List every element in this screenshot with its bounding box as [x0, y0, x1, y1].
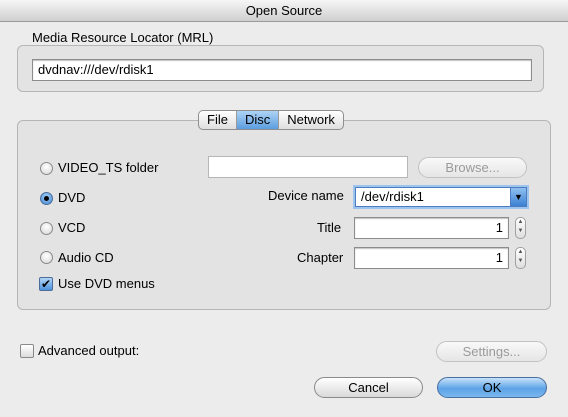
vcd-label: VCD	[58, 220, 86, 235]
mrl-group-label: Media Resource Locator (MRL)	[32, 30, 214, 45]
title-stepper[interactable]: ▲ ▼	[515, 217, 526, 239]
advanced-output-checkbox[interactable]	[20, 344, 34, 358]
ok-button[interactable]: OK	[437, 377, 547, 398]
chapter-label: Chapter	[297, 250, 344, 265]
audio-cd-label: Audio CD	[58, 250, 114, 265]
chapter-input[interactable]: 1	[354, 247, 509, 269]
dvd-radio[interactable]	[40, 192, 53, 205]
settings-button[interactable]: Settings...	[436, 341, 547, 362]
stepper-up-icon[interactable]: ▲	[516, 248, 525, 257]
chevron-down-icon[interactable]: ▼	[510, 188, 526, 206]
device-name-value: /dev/rdisk1	[361, 189, 424, 204]
advanced-output-label: Advanced output:	[38, 343, 140, 358]
video-ts-folder-input[interactable]	[208, 156, 408, 178]
tab-file[interactable]: File	[199, 111, 237, 129]
browse-button[interactable]: Browse...	[418, 157, 527, 178]
device-name-combobox[interactable]: /dev/rdisk1 ▼	[355, 187, 527, 207]
cancel-button[interactable]: Cancel	[314, 377, 423, 398]
tab-disc[interactable]: Disc	[236, 111, 280, 129]
stepper-down-icon[interactable]: ▼	[516, 257, 525, 266]
source-tabs: File Disc Network	[198, 110, 344, 130]
dvd-label: DVD	[58, 190, 86, 205]
checkmark-icon: ✔	[40, 277, 52, 291]
window-title: Open Source	[0, 0, 568, 22]
video-ts-radio[interactable]	[40, 162, 53, 175]
stepper-down-icon[interactable]: ▼	[516, 227, 525, 236]
stepper-up-icon[interactable]: ▲	[516, 218, 525, 227]
use-dvd-menus-label: Use DVD menus	[58, 276, 155, 291]
tab-network[interactable]: Network	[279, 111, 343, 129]
use-dvd-menus-checkbox[interactable]: ✔	[39, 277, 53, 291]
title-label: Title	[317, 220, 342, 235]
audio-cd-radio[interactable]	[40, 251, 53, 264]
mrl-input[interactable]: dvdnav:///dev/rdisk1	[32, 59, 532, 81]
device-name-label: Device name	[268, 188, 344, 203]
title-input[interactable]: 1	[354, 217, 509, 239]
video-ts-label: VIDEO_TS folder	[58, 160, 159, 175]
vcd-radio[interactable]	[40, 222, 53, 235]
chapter-stepper[interactable]: ▲ ▼	[515, 247, 526, 269]
